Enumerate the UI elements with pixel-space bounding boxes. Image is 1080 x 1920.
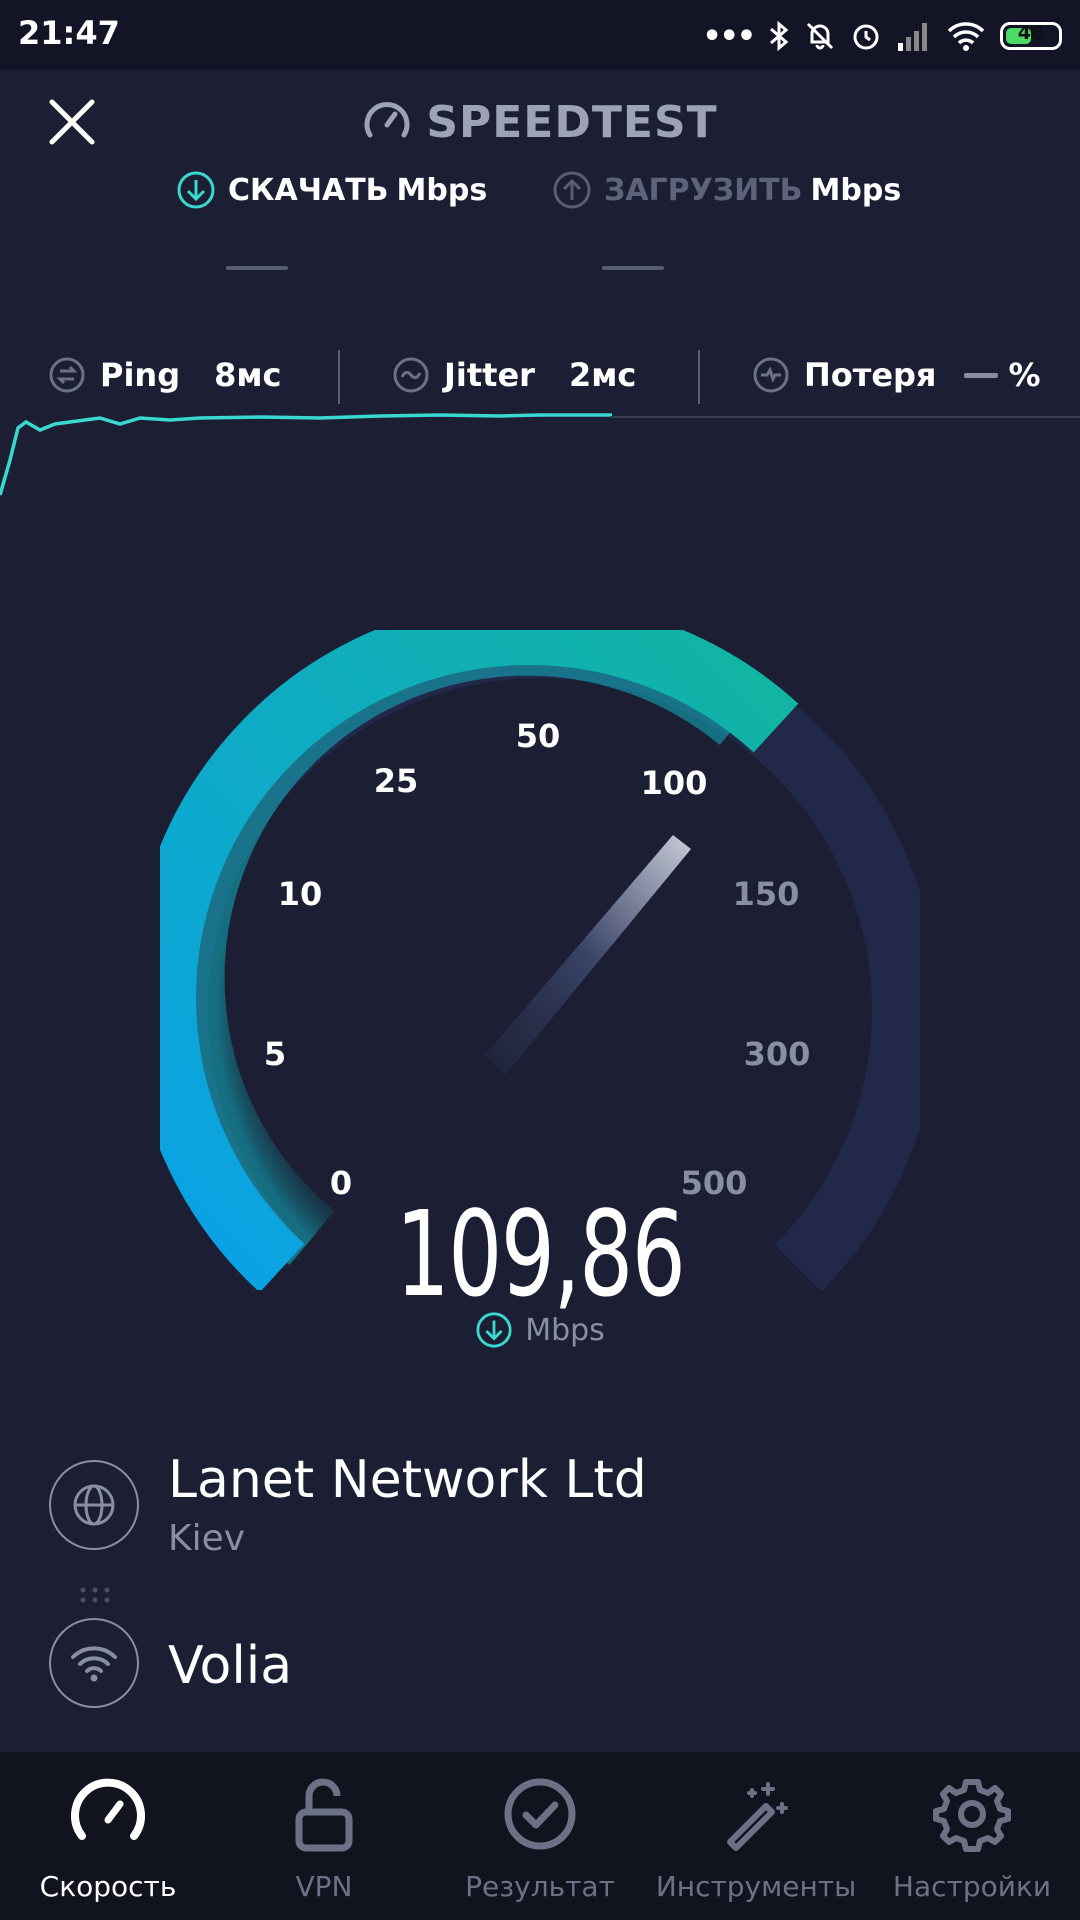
title-text: SPEEDTEST <box>426 96 718 148</box>
nav-label: VPN <box>295 1870 353 1903</box>
status-time: 21:47 <box>18 14 120 52</box>
nav-label: Настройки <box>892 1870 1052 1903</box>
loss-icon <box>753 357 789 393</box>
isp-button[interactable] <box>49 1618 139 1708</box>
isp-name: Volia <box>168 1636 293 1696</box>
server-name[interactable]: Lanet Network Ltd <box>168 1450 647 1510</box>
wifi-status-icon <box>947 22 985 51</box>
nav-vpn[interactable]: VPN <box>216 1752 432 1920</box>
speed-unit-label: Mbps <box>525 1312 605 1348</box>
scale-label: 300 <box>744 1035 811 1073</box>
more-icon: ••• <box>702 18 756 54</box>
upload-arrow-icon <box>553 171 591 209</box>
ping-value: 8мс <box>214 356 282 394</box>
loss-metric: Потеря % <box>752 350 1041 400</box>
graph-baseline <box>610 416 1080 418</box>
jitter-icon <box>393 357 429 393</box>
loss-label: Потеря <box>804 356 937 394</box>
upload-unit: Mbps <box>810 172 902 208</box>
nav-label: Результат <box>465 1870 615 1903</box>
scale-label: 100 <box>641 764 708 802</box>
check-circle-icon <box>504 1778 576 1850</box>
loss-dash <box>964 372 999 378</box>
jitter-label: Jitter <box>444 356 535 394</box>
metric-divider <box>338 350 340 404</box>
nav-settings[interactable]: Настройки <box>864 1752 1080 1920</box>
nav-label: Инструменты <box>655 1870 857 1903</box>
speed-unit: Mbps <box>0 1310 1080 1350</box>
upload-label: ЗАГРУЗИТЬ <box>604 172 803 208</box>
bottom-nav: Скорость VPN Результат Инструменты Настр… <box>0 1752 1080 1920</box>
upload-value-placeholder <box>602 266 664 270</box>
bluetooth-icon <box>770 20 789 52</box>
gear-icon <box>933 1779 1011 1852</box>
loss-unit: % <box>1008 356 1041 394</box>
server-button[interactable] <box>49 1460 139 1550</box>
server-city: Kiev <box>168 1518 246 1559</box>
ping-icon <box>49 357 85 393</box>
ping-metric: Ping 8мс <box>48 350 282 400</box>
nav-tools[interactable]: Инструменты <box>648 1752 864 1920</box>
scale-label: 10 <box>278 875 323 913</box>
nav-results[interactable]: Результат <box>432 1752 648 1920</box>
scale-label: 150 <box>733 875 800 913</box>
metric-divider <box>698 350 700 404</box>
scale-label: 5 <box>264 1035 286 1073</box>
jitter-metric: Jitter 2мс <box>392 350 636 400</box>
download-value-placeholder <box>226 266 288 270</box>
speed-graph <box>0 413 612 496</box>
nav-label: Скорость <box>39 1870 177 1903</box>
scale-label: 50 <box>516 717 561 755</box>
battery-level: 46 <box>1017 22 1045 44</box>
upload-tab[interactable]: ЗАГРУЗИТЬ Mbps <box>552 168 901 212</box>
jitter-value: 2мс <box>568 356 637 394</box>
mute-bell-icon <box>806 22 834 50</box>
magic-wand-icon <box>727 1782 788 1851</box>
download-arrow-icon <box>177 171 215 209</box>
speedometer-icon <box>71 1778 145 1840</box>
speed-value: 109,86 <box>395 1185 686 1323</box>
alarm-icon <box>853 24 879 50</box>
ping-label: Ping <box>100 356 181 394</box>
battery-icon: 46 <box>1000 22 1062 50</box>
nav-speed[interactable]: Скорость <box>0 1752 216 1920</box>
globe-icon <box>73 1484 115 1526</box>
download-label: СКАЧАТЬ <box>228 172 389 208</box>
unlock-icon <box>295 1778 353 1852</box>
download-unit: Mbps <box>396 172 488 208</box>
download-tab[interactable]: СКАЧАТЬ Mbps <box>176 168 487 212</box>
connector-dots <box>80 1587 110 1603</box>
wifi-icon <box>71 1646 117 1682</box>
status-icons: ••• 46 <box>702 14 1062 58</box>
speedometer-icon <box>364 102 410 138</box>
download-arrow-icon <box>476 1312 512 1348</box>
signal-icon <box>898 23 927 51</box>
scale-label: 25 <box>374 762 419 800</box>
app-title: SPEEDTEST <box>0 92 1080 152</box>
